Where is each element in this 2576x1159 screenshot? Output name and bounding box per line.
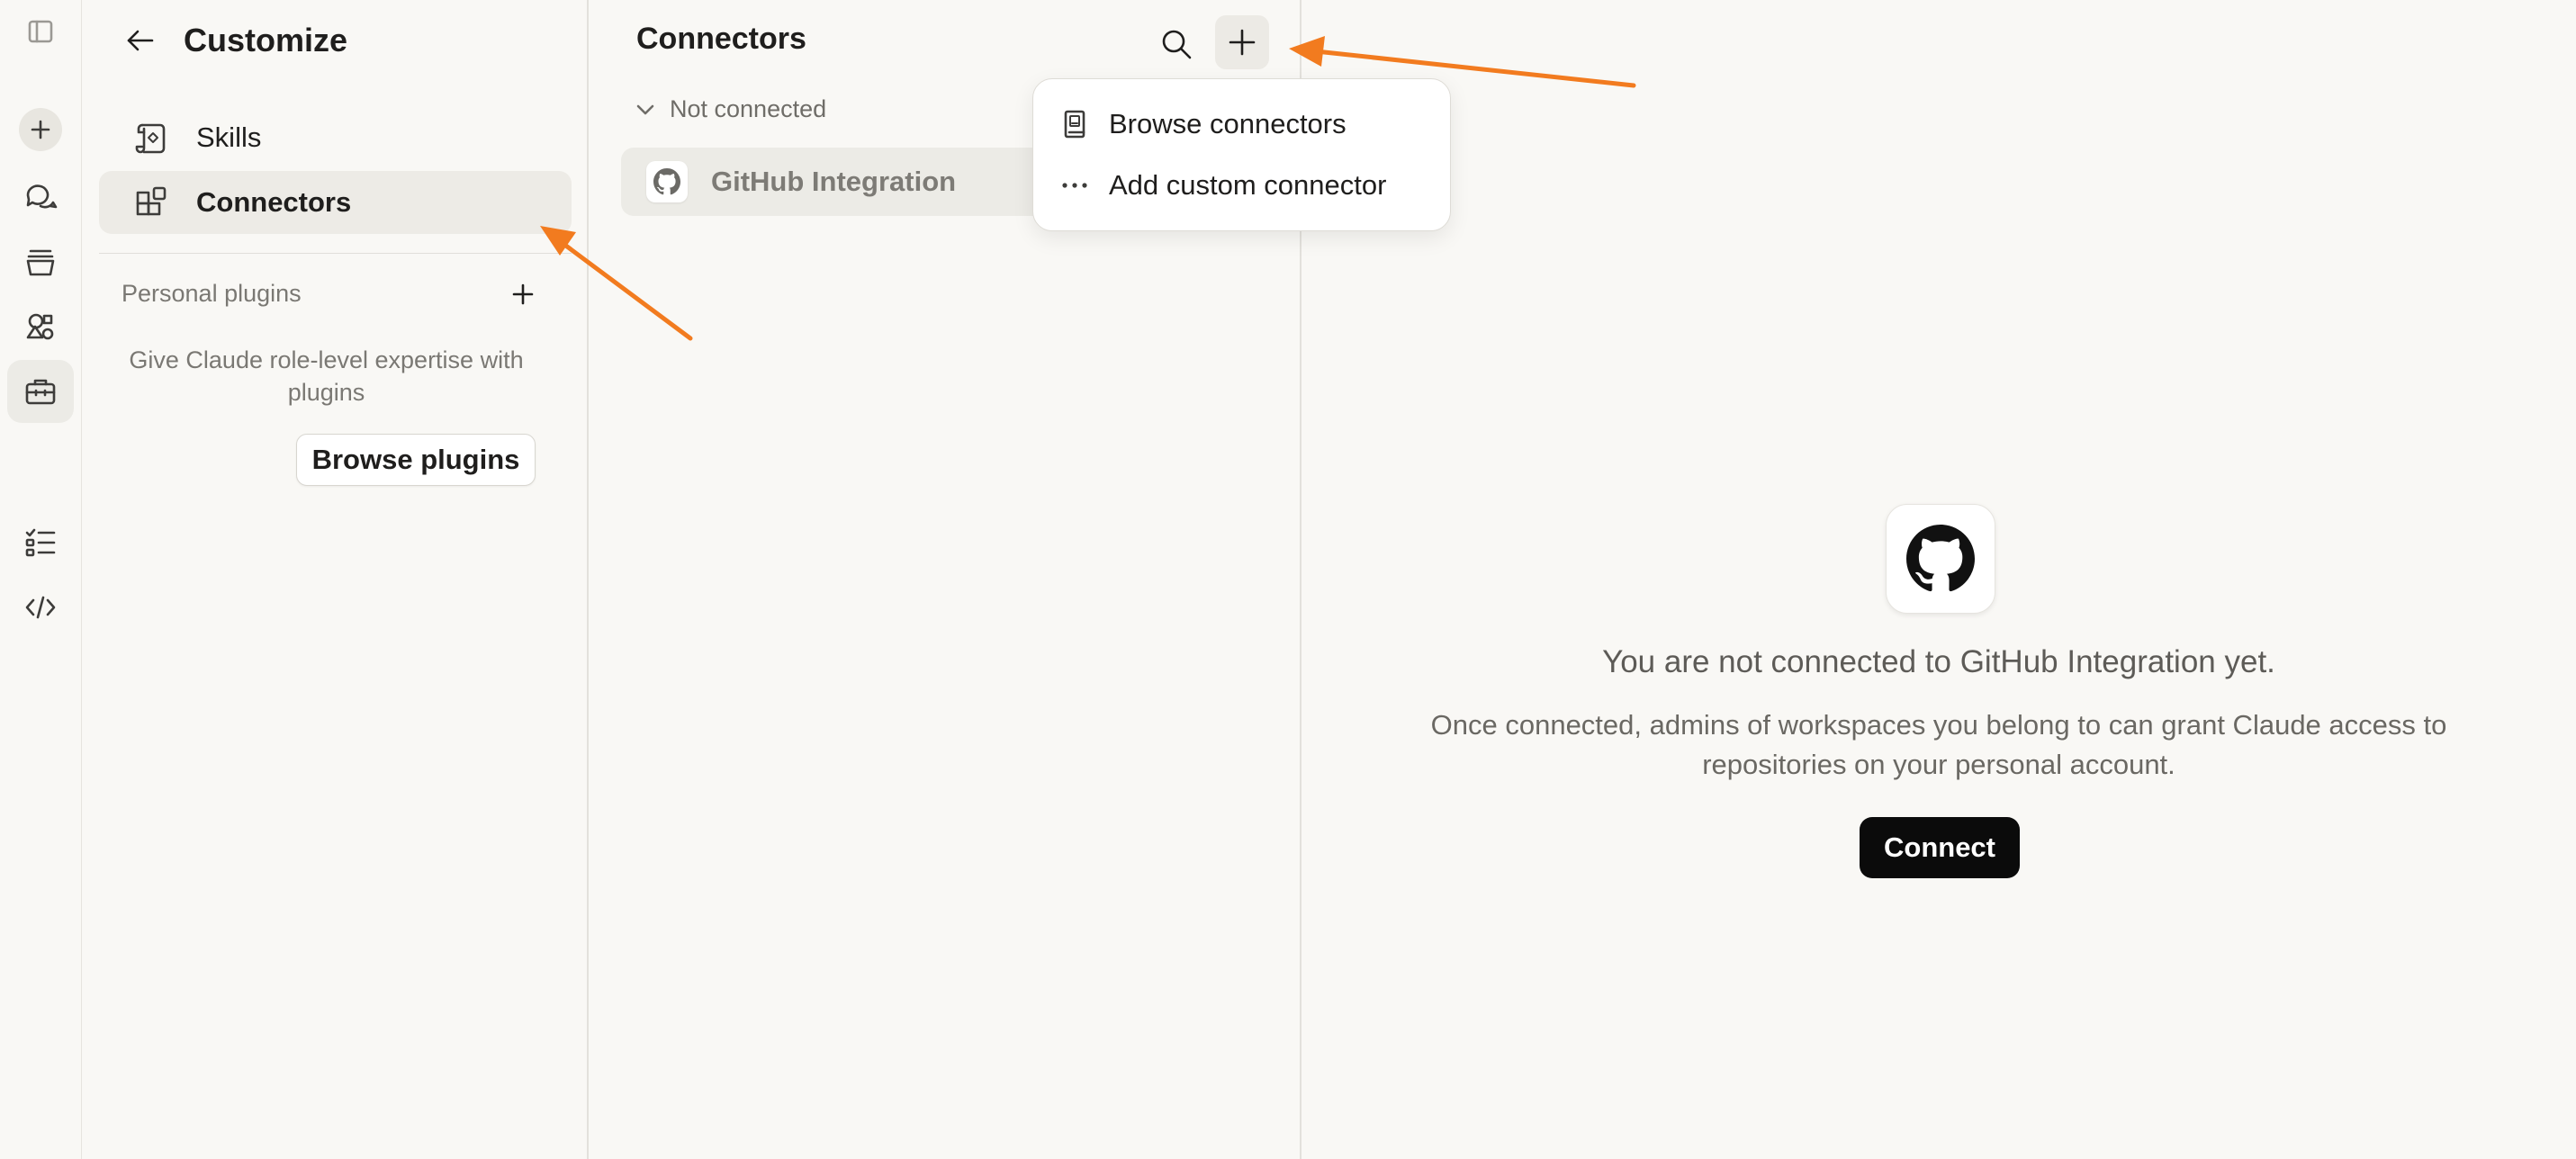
- divider: [99, 253, 572, 254]
- github-icon: [1886, 504, 1995, 614]
- customize-panel: Customize Skills Connectors Personal plu…: [82, 0, 589, 1159]
- tasks-button[interactable]: [7, 511, 74, 574]
- not-connected-description: Once connected, admins of workspaces you…: [1430, 709, 2447, 780]
- book-icon: [1057, 106, 1093, 142]
- group-label: Not connected: [670, 95, 827, 122]
- chat-bubbles-icon: [26, 184, 58, 209]
- new-chat-button[interactable]: [19, 108, 62, 151]
- plus-icon: [512, 283, 534, 305]
- back-button[interactable]: [122, 22, 158, 58]
- more-dots-icon: [1057, 167, 1093, 203]
- connectors-title: Connectors: [636, 22, 806, 56]
- code-icon: [25, 596, 56, 619]
- plugins-description: Give Claude role-level expertise with pl…: [129, 346, 524, 406]
- plus-icon: [1229, 29, 1256, 56]
- arrow-left-icon: [127, 30, 154, 51]
- not-connected-group-toggle[interactable]: Not connected: [634, 95, 826, 123]
- nav-item-label: Skills: [196, 121, 262, 153]
- connector-item-label: GitHub Integration: [711, 166, 957, 197]
- sidebar-toggle-button[interactable]: [7, 0, 74, 63]
- nav-item-connectors[interactable]: Connectors: [99, 171, 572, 234]
- github-icon: [646, 161, 688, 202]
- browse-plugins-button[interactable]: Browse plugins: [296, 434, 536, 486]
- checklist-icon: [25, 528, 56, 557]
- personal-plugins-label: Personal plugins: [122, 280, 302, 307]
- code-button[interactable]: [7, 576, 74, 639]
- customize-button[interactable]: [7, 360, 74, 423]
- shapes-icon: [26, 313, 54, 340]
- sidebar-toggle-icon: [28, 20, 53, 43]
- chats-button[interactable]: [7, 166, 74, 229]
- connect-button[interactable]: Connect: [1860, 817, 2020, 878]
- connectors-icon: [131, 183, 171, 222]
- customize-header: Customize: [122, 16, 347, 65]
- page-title: Customize: [184, 22, 348, 58]
- add-connector-button[interactable]: [1215, 15, 1269, 69]
- artifacts-button[interactable]: [7, 295, 74, 358]
- stack-icon: [26, 249, 55, 276]
- not-connected-headline: You are not connected to GitHub Integrat…: [1602, 644, 2275, 679]
- search-icon: [1162, 30, 1192, 59]
- add-plugin-button[interactable]: [505, 276, 541, 312]
- icon-rail: [0, 0, 82, 1159]
- scroll-icon: [131, 118, 171, 157]
- plus-icon: [31, 120, 50, 139]
- search-button[interactable]: [1154, 22, 1199, 67]
- nav-item-label: Connectors: [196, 186, 352, 218]
- briefcase-icon: [25, 379, 56, 405]
- nav-item-skills[interactable]: Skills: [99, 106, 572, 169]
- chevron-down-icon: [636, 104, 654, 114]
- projects-button[interactable]: [7, 230, 74, 293]
- connector-detail-pane: You are not connected to GitHub Integrat…: [1302, 0, 2576, 1159]
